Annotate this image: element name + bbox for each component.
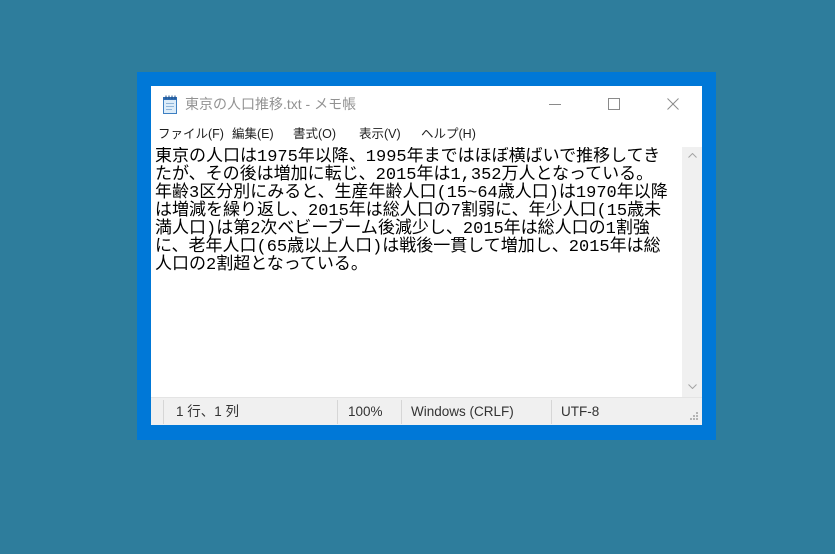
editor-line[interactable]: たが、その後は増加に転じ、2015年は1,352万人となっている。 <box>155 167 682 185</box>
menu-format[interactable]: 書式(O) <box>293 125 336 144</box>
title-bar[interactable]: 東京の人口推移.txt - メモ帳 <box>151 86 702 122</box>
editor-line[interactable]: 満人口)は第2次ベビーブーム後減少し、2015年は総人口の1割強 <box>155 221 682 239</box>
status-cursor-position: 1 行、1 列 <box>176 404 240 419</box>
menu-bar: ファイル(F) 編集(E) 書式(O) 表示(V) ヘルプ(H) <box>151 122 702 147</box>
chevron-up-icon <box>687 152 697 158</box>
menu-edit[interactable]: 編集(E) <box>232 125 274 144</box>
status-divider <box>401 400 402 424</box>
menu-help[interactable]: ヘルプ(H) <box>421 125 476 144</box>
maximize-button[interactable] <box>585 86 643 122</box>
status-bar: 1 行、1 列 100% Windows (CRLF) UTF-8 <box>151 397 702 425</box>
status-divider <box>163 400 164 424</box>
status-divider <box>551 400 552 424</box>
minimize-icon <box>549 104 561 105</box>
desktop: { "colors": { "desktop_background": "#2e… <box>0 0 835 554</box>
resize-grip-icon[interactable] <box>688 412 699 423</box>
maximize-icon <box>608 98 620 110</box>
status-divider <box>337 400 338 424</box>
editor-line[interactable]: 東京の人口は1975年以降、1995年まではほぼ横ばいで推移してき <box>155 149 682 167</box>
window-title: 東京の人口推移.txt - メモ帳 <box>185 96 357 112</box>
status-line-ending: Windows (CRLF) <box>411 404 514 419</box>
menu-view[interactable]: 表示(V) <box>359 125 401 144</box>
editor-line[interactable]: に、老年人口(65歳以上人口)は戦後一貫して増加し、2015年は総 <box>155 239 682 257</box>
menu-file[interactable]: ファイル(F) <box>158 125 224 144</box>
status-encoding: UTF-8 <box>561 404 600 419</box>
editor-line[interactable]: 年齢3区分別にみると、生産年齢人口(15~64歳人口)は1970年以降 <box>155 185 682 203</box>
status-zoom: 100% <box>348 404 383 419</box>
minimize-button[interactable] <box>526 86 584 122</box>
scroll-up-button[interactable] <box>682 147 702 163</box>
notepad-icon[interactable] <box>161 95 179 114</box>
close-icon <box>667 98 679 110</box>
notepad-window: 東京の人口推移.txt - メモ帳 ファイル(F) 編集(E) 書式(O) 表示… <box>151 86 702 425</box>
close-button[interactable] <box>644 86 702 122</box>
chevron-down-icon <box>687 383 697 389</box>
scroll-down-button[interactable] <box>682 378 702 394</box>
editor-line[interactable]: は増減を繰り返し、2015年は総人口の7割弱に、年少人口(15歳未 <box>155 203 682 221</box>
vertical-scrollbar[interactable] <box>682 147 702 397</box>
editor-line[interactable]: 人口の2割超となっている。 <box>155 257 682 275</box>
text-editor[interactable]: 東京の人口は1975年以降、1995年まではほぼ横ばいで推移してき たが、その後… <box>151 147 682 397</box>
